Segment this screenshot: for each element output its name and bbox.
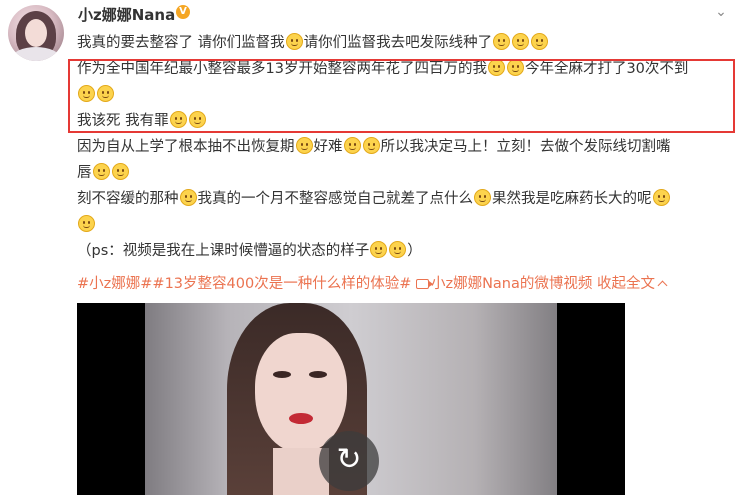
hashtag-link[interactable]: #小z娜娜# [77,276,152,292]
video-link-icon [415,279,433,289]
chevron-down-icon[interactable]: ⌄ [712,4,730,20]
smile-emoji-icon [389,241,407,258]
video-player[interactable]: ↻ [77,303,625,495]
smile-emoji-icon [362,137,380,154]
smile-emoji-icon [92,163,110,180]
smile-emoji-icon [285,33,303,50]
video-link[interactable]: 小z娜娜Nana的微博视频 [431,276,592,292]
post-text-line: ） [407,243,422,259]
hashtag-row: #小z娜娜##13岁整容400次是一种什么样的体验# 小z娜娜Nana的微博视频… [77,272,668,296]
smile-emoji-icon [652,189,670,206]
smile-emoji-icon [531,33,549,50]
collapse-button[interactable]: 收起全文 [597,276,655,292]
post-text-line: （ps：视频是我在上课时候懵逼的状态的样子 [77,243,370,259]
smile-emoji-icon [512,33,530,50]
smile-emoji-icon [343,137,361,154]
post-text-line: 刻不容缓的那种 [77,191,179,207]
replay-icon[interactable]: ↻ [319,431,379,491]
post-text-line: 果然我是吃麻药长大的呢 [492,191,652,207]
smile-emoji-icon [295,137,313,154]
hashtag-link[interactable]: #13岁整容400次是一种什么样的体验# [152,276,411,292]
smile-emoji-icon [370,241,388,258]
post-text-line: 因为自从上学了根本抽不出恢复期 [77,139,295,155]
chevron-up-icon [657,280,668,291]
post-text-line: 我真的要去整容了 请你们监督我 [77,35,285,51]
post-text-line: 请你们监督我去吧发际线种了 [303,35,493,51]
post-text-line: 所以我决定马上！立刻！去做个发际线切割嘴 [380,139,671,155]
smile-emoji-icon [493,33,511,50]
verified-badge-icon: V [176,5,190,19]
post-text-line: 好难 [313,139,343,155]
post-text-line: 我真的一个月不整容感觉自己就差了点什么 [197,191,474,207]
username[interactable]: 小z娜娜Nana [78,4,175,25]
smile-emoji-icon [111,163,129,180]
post-text-line: 唇 [77,165,92,181]
avatar[interactable] [8,5,64,61]
smile-emoji-icon [78,215,95,232]
smile-emoji-icon [474,189,491,206]
smile-emoji-icon [179,189,197,206]
highlight-box [68,59,735,133]
